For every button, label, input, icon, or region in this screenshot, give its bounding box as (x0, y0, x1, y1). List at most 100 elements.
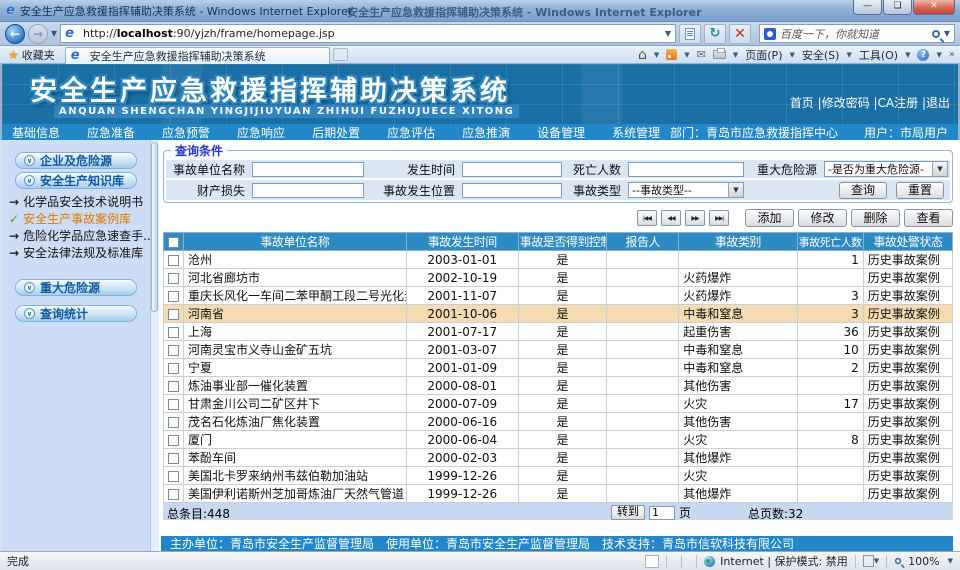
sidebar-group-3[interactable]: ∨重大危险源 (15, 279, 137, 296)
select-dropdown-icon[interactable]: ▼ (932, 162, 947, 176)
read-mail-icon[interactable]: ✉ (697, 48, 706, 61)
nav-item-3[interactable]: 应急预警 (162, 124, 210, 141)
page-menu[interactable]: 页面(P) (745, 47, 782, 63)
nav-item-8[interactable]: 设备管理 (537, 124, 585, 141)
unit-name-input[interactable] (252, 162, 364, 177)
print-icon[interactable] (713, 50, 726, 59)
row-checkbox[interactable] (168, 327, 179, 338)
favorites-button[interactable]: 收藏夹 (22, 47, 55, 63)
accident-type-select[interactable]: --事故类型--▼ (628, 182, 744, 198)
compatibility-view-button[interactable] (679, 24, 701, 44)
home-icon[interactable]: ⌂ (638, 47, 647, 63)
major-hazard-select[interactable]: -是否为重大危险源-▼ (824, 161, 948, 177)
nav-item-6[interactable]: 应急评估 (387, 124, 435, 141)
rss-dropdown-icon[interactable]: ▼ (684, 51, 689, 59)
modify-button[interactable]: 修改 (798, 209, 847, 227)
occur-time-input[interactable] (462, 162, 562, 177)
nav-item-4[interactable]: 应急响应 (237, 124, 285, 141)
close-button[interactable]: ✕ (913, 0, 955, 15)
row-checkbox[interactable] (168, 255, 179, 266)
table-row[interactable]: 河南灵宝市义寺山金矿五坑2001-03-07是中毒和窒息10历史事故案例 (164, 341, 953, 359)
favorites-star-icon[interactable]: ★ (8, 48, 19, 62)
banner-link-3[interactable]: CA注册 (878, 96, 919, 110)
safety-menu[interactable]: 安全(S) (802, 47, 840, 63)
row-checkbox[interactable] (168, 345, 179, 356)
stop-button[interactable]: ✕ (729, 24, 751, 44)
row-checkbox[interactable] (168, 471, 179, 482)
table-row[interactable]: 甘肃金川公司二矿区井下2000-07-09是火灾17历史事故案例 (164, 395, 953, 413)
row-checkbox[interactable] (168, 291, 179, 302)
table-row[interactable]: 河南省2001-10-06是中毒和窒息3历史事故案例 (164, 305, 953, 323)
row-checkbox[interactable] (168, 399, 179, 410)
sidebar-item-2-3[interactable]: →危险化学品应急速查手... (9, 227, 150, 244)
add-button[interactable]: 添加 (745, 209, 794, 227)
sidebar-scrollbar-thumb[interactable] (151, 142, 158, 312)
sidebar-group-2[interactable]: ∨安全生产知识库 (15, 172, 137, 189)
nav-item-5[interactable]: 后期处置 (312, 124, 360, 141)
nav-item-2[interactable]: 应急准备 (87, 124, 135, 141)
table-row[interactable]: 美国伊利诺斯州芝加哥炼油厂天然气管道1999-12-26是其他爆炸历史事故案例 (164, 485, 953, 503)
banner-link-4[interactable]: 退出 (926, 96, 950, 110)
back-button[interactable]: ← (5, 24, 25, 44)
maximize-button[interactable]: ❏ (883, 0, 912, 15)
banner-link-1[interactable]: 首页 (790, 96, 814, 110)
home-dropdown-icon[interactable]: ▼ (654, 51, 659, 59)
recent-pages-dropdown-icon[interactable]: ▼ (51, 29, 57, 38)
delete-button[interactable]: 删除 (851, 209, 900, 227)
row-checkbox[interactable] (168, 489, 179, 500)
new-tab-button[interactable] (333, 48, 348, 61)
minimize-button[interactable]: — (853, 0, 882, 15)
address-bar[interactable]: e http://localhost:90/yjzh/frame/homepag… (60, 24, 676, 43)
compatibility-status-icon[interactable] (863, 555, 874, 567)
search-placeholder[interactable]: 百度一下，你就知道 (780, 26, 928, 42)
table-row[interactable]: 茂名石化炼油厂焦化装置2000-06-16是其他伤害历史事故案例 (164, 413, 953, 431)
row-checkbox[interactable] (168, 381, 179, 392)
deaths-input[interactable] (628, 162, 744, 177)
search-button[interactable]: 查询 (839, 182, 887, 199)
page-number-input[interactable] (649, 506, 675, 520)
nav-item-7[interactable]: 应急推演 (462, 124, 510, 141)
table-row[interactable]: 重庆长风化一车间二苯甲酮工段二号光化釜2001-11-07是火药爆炸3历史事故案… (164, 287, 953, 305)
tools-menu-dropdown-icon[interactable]: ▼ (905, 51, 910, 59)
url-text[interactable]: http://localhost:90/yjzh/frame/homepage.… (83, 27, 661, 40)
table-row[interactable]: 炼油事业部一催化装置2000-08-01是其他伤害历史事故案例 (164, 377, 953, 395)
table-row[interactable]: 宁夏2001-01-09是中毒和窒息2历史事故案例 (164, 359, 953, 377)
zoom-icon[interactable] (895, 558, 901, 564)
active-tab[interactable]: e 安全生产应急救援指挥辅助决策系统 (65, 47, 330, 64)
print-dropdown-icon[interactable]: ▼ (733, 51, 738, 59)
select-dropdown-icon[interactable]: ▼ (728, 183, 743, 197)
nav-item-9[interactable]: 系统管理 (612, 124, 660, 141)
sidebar-scrollbar[interactable] (150, 140, 159, 551)
sidebar-group-4[interactable]: ∨查询统计 (15, 305, 137, 322)
forward-button[interactable]: → (28, 24, 48, 44)
help-icon[interactable]: ? (917, 49, 929, 61)
row-checkbox[interactable] (168, 309, 179, 320)
row-checkbox[interactable] (168, 363, 179, 374)
refresh-button[interactable]: ↻ (704, 24, 726, 44)
table-row[interactable]: 美国北卡罗来纳州韦兹伯勒加油站1999-12-26是火灾历史事故案例 (164, 467, 953, 485)
help-dropdown-icon[interactable]: ▼ (936, 51, 941, 59)
row-checkbox[interactable] (168, 435, 179, 446)
nav-item-1[interactable]: 基础信息 (12, 124, 60, 141)
sidebar-group-1[interactable]: ∨企业及危险源 (15, 152, 137, 169)
prev-page-button[interactable]: ◀◀ (661, 210, 681, 226)
safety-menu-dropdown-icon[interactable]: ▼ (846, 51, 851, 59)
first-page-button[interactable]: |◀◀ (637, 210, 657, 226)
last-page-button[interactable]: ▶▶| (709, 210, 729, 226)
goto-page-button[interactable]: 转到 (611, 505, 645, 520)
search-icon[interactable] (932, 30, 940, 38)
rss-feed-icon[interactable] (666, 49, 677, 60)
search-dropdown-icon[interactable]: ▼ (944, 29, 950, 38)
table-row[interactable]: 苯酚车间2000-02-03是其他爆炸历史事故案例 (164, 449, 953, 467)
toolbar-overflow-icon[interactable]: » (949, 49, 955, 60)
row-checkbox[interactable] (168, 417, 179, 428)
compat-dropdown-icon[interactable]: ▼ (874, 557, 879, 565)
address-dropdown-icon[interactable]: ▼ (665, 29, 671, 38)
sidebar-item-2-1[interactable]: →化学品安全技术说明书 (9, 193, 150, 210)
zoom-dropdown-icon[interactable]: ▼ (948, 557, 953, 565)
view-button[interactable]: 查看 (904, 209, 953, 227)
table-row[interactable]: 上海2001-07-17是起重伤害36历史事故案例 (164, 323, 953, 341)
table-row[interactable]: 厦门2000-06-04是火灾8历史事故案例 (164, 431, 953, 449)
next-page-button[interactable]: ▶▶ (685, 210, 705, 226)
location-input[interactable] (462, 183, 562, 198)
